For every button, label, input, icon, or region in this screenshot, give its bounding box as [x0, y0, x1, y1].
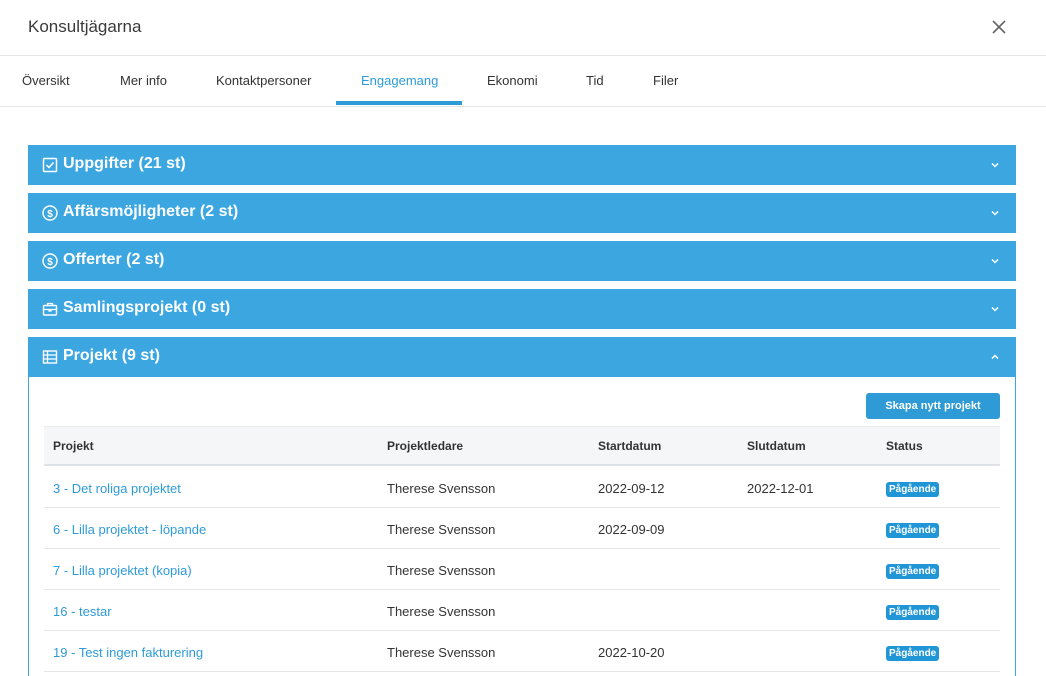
section-projekt[interactable]: Projekt (9 st) — [28, 337, 1016, 377]
dollar-circle-icon: $ — [42, 205, 58, 221]
tab-oversikt[interactable]: Översikt — [22, 56, 70, 106]
project-manager: Therese Svensson — [387, 563, 496, 578]
table-row: 7 - Lilla projektet (kopia) Therese Sven… — [44, 549, 1000, 590]
column-header-status[interactable]: Status — [886, 439, 923, 453]
tab-bar: Översikt Mer info Kontaktpersoner Engage… — [0, 56, 1046, 107]
tab-ekonomi[interactable]: Ekonomi — [487, 56, 538, 106]
modal-header: Konsultjägarna — [0, 0, 1046, 56]
table-header: Projekt Projektledare Startdatum Slutdat… — [44, 426, 1000, 466]
table-icon — [42, 350, 58, 364]
status-badge: Pågående — [886, 523, 940, 538]
section-label: Affärsmöjligheter (2 st) — [63, 203, 239, 220]
status-badge: Pågående — [886, 605, 940, 620]
project-link[interactable]: 16 - testar — [53, 604, 112, 619]
modal-title: Konsultjägarna — [28, 17, 142, 36]
project-link[interactable]: 3 - Det roliga projektet — [53, 481, 181, 496]
start-date: 2022-10-20 — [598, 645, 665, 660]
section-label: Offerter (2 st) — [63, 251, 165, 268]
chevron-down-icon — [991, 210, 999, 216]
end-date: 2022-12-01 — [747, 481, 814, 496]
tab-kontaktpersoner[interactable]: Kontaktpersoner — [216, 56, 311, 106]
project-manager: Therese Svensson — [387, 645, 496, 660]
column-header-slutdatum[interactable]: Slutdatum — [747, 439, 806, 453]
section-label: Uppgifter (21 st) — [63, 155, 186, 172]
project-link[interactable]: 7 - Lilla projektet (kopia) — [53, 563, 192, 578]
table-row: 19 - Test ingen fakturering Therese Sven… — [44, 631, 1000, 672]
create-project-button[interactable]: Skapa nytt projekt — [866, 393, 1000, 419]
chevron-down-icon — [991, 162, 999, 168]
project-link[interactable]: 6 - Lilla projektet - löpande — [53, 522, 206, 537]
project-link[interactable]: 19 - Test ingen fakturering — [53, 645, 203, 660]
section-label: Samlingsprojekt (0 st) — [63, 299, 231, 316]
briefcase-icon — [42, 302, 58, 316]
section-label: Projekt (9 st) — [63, 347, 160, 364]
project-manager: Therese Svensson — [387, 604, 496, 619]
project-manager: Therese Svensson — [387, 522, 496, 537]
section-samlingsprojekt[interactable]: Samlingsprojekt (0 st) — [28, 289, 1016, 329]
table-row: 6 - Lilla projektet - löpande Therese Sv… — [44, 508, 1000, 549]
status-badge: Pågående — [886, 646, 940, 661]
column-header-projekt[interactable]: Projekt — [53, 439, 94, 453]
project-manager: Therese Svensson — [387, 481, 496, 496]
start-date: 2022-09-09 — [598, 522, 665, 537]
dollar-circle-icon: $ — [42, 253, 58, 269]
tab-filer[interactable]: Filer — [653, 56, 678, 106]
chevron-up-icon — [991, 354, 999, 360]
svg-text:$: $ — [47, 257, 53, 268]
chevron-down-icon — [991, 258, 999, 264]
close-icon[interactable] — [988, 16, 1010, 38]
checkbox-icon — [42, 157, 58, 173]
section-uppgifter[interactable]: Uppgifter (21 st) — [28, 145, 1016, 185]
status-badge: Pågående — [886, 482, 940, 497]
tab-engagemang[interactable]: Engagemang — [361, 56, 438, 106]
tab-mer-info[interactable]: Mer info — [120, 56, 167, 106]
status-badge: Pågående — [886, 564, 940, 579]
tab-tid[interactable]: Tid — [586, 56, 604, 106]
section-offerter[interactable]: $ Offerter (2 st) — [28, 241, 1016, 281]
table-row: 3 - Det roliga projektet Therese Svensso… — [44, 467, 1000, 508]
active-tab-indicator — [336, 101, 462, 105]
column-header-projektledare[interactable]: Projektledare — [387, 439, 463, 453]
section-affarsmojligheter[interactable]: $ Affärsmöjligheter (2 st) — [28, 193, 1016, 233]
table-row: 16 - testar Therese Svensson Pågående — [44, 590, 1000, 631]
chevron-down-icon — [991, 306, 999, 312]
column-header-startdatum[interactable]: Startdatum — [598, 439, 661, 453]
start-date: 2022-09-12 — [598, 481, 665, 496]
svg-text:$: $ — [47, 209, 53, 220]
